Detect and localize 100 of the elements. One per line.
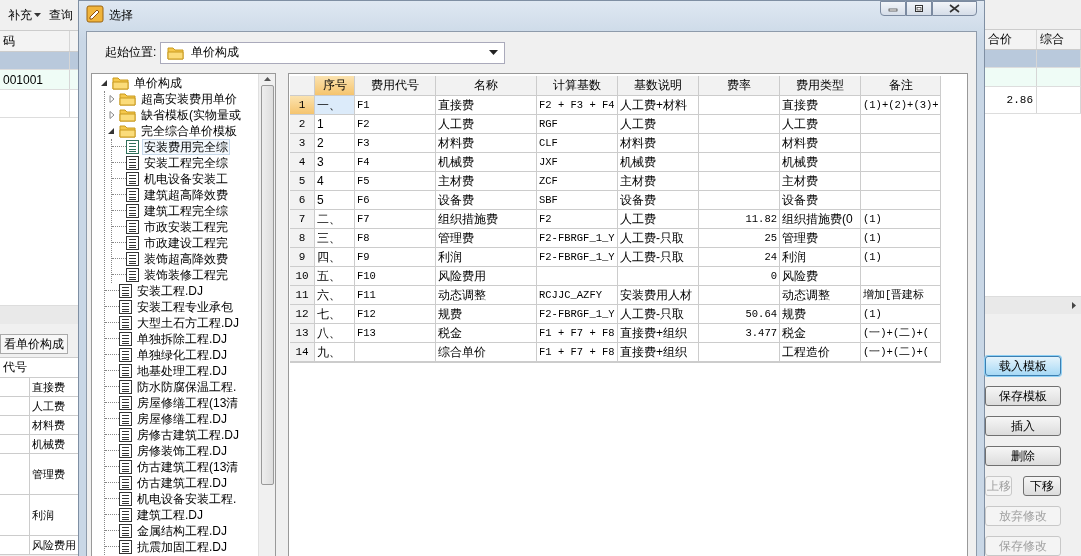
- row-number[interactable]: 8: [290, 229, 315, 248]
- tree-item[interactable]: 市政安装工程完: [142, 219, 230, 235]
- table-cell: 2.86: [985, 87, 1037, 114]
- document-icon: [126, 268, 139, 282]
- tree-item[interactable]: 单价构成: [132, 75, 184, 91]
- table-cell: F13: [355, 324, 436, 343]
- action-button[interactable]: 载入模板: [985, 356, 1061, 377]
- row-number[interactable]: 4: [290, 153, 315, 172]
- tree-item[interactable]: 仿古建筑工程.DJ: [135, 475, 229, 491]
- tree-item[interactable]: 建筑工程.DJ: [135, 507, 205, 523]
- scroll-up-icon[interactable]: [262, 74, 272, 83]
- tree-item[interactable]: 防水防腐保温工程.: [135, 379, 239, 395]
- tree-item[interactable]: 安装工程完全综: [142, 155, 230, 171]
- toolbar-menu[interactable]: 补充: [8, 6, 41, 24]
- table-cell: 机械费: [780, 153, 861, 172]
- horizontal-scrollbar[interactable]: [0, 305, 78, 324]
- table-cell: (1)+(2)+(3)+: [861, 96, 941, 115]
- table-cell: F6: [355, 191, 436, 210]
- table-cell: F11: [355, 286, 436, 305]
- table-cell: 材料费: [780, 134, 861, 153]
- tree-item[interactable]: 安装工程专业承包: [135, 299, 235, 315]
- tree-item[interactable]: 缺省模板(实物量或: [139, 107, 243, 123]
- location-dropdown[interactable]: 单价构成: [160, 41, 506, 64]
- row-number[interactable]: 6: [290, 191, 315, 210]
- row-number[interactable]: 10: [290, 267, 315, 286]
- action-button[interactable]: 下移: [1023, 476, 1061, 497]
- table-cell: 5: [315, 191, 355, 210]
- action-button[interactable]: 插入: [985, 416, 1061, 437]
- tree-item[interactable]: 房屋修缮工程.DJ: [135, 411, 229, 427]
- tree-item[interactable]: 地基处理工程.DJ: [135, 363, 229, 379]
- table-cell: 增加[晋建标: [861, 286, 941, 305]
- row-number[interactable]: 9: [290, 248, 315, 267]
- tree-item[interactable]: 房屋修缮工程(13清: [135, 395, 241, 411]
- table-cell: 人工费-只取: [618, 305, 699, 324]
- tree-item[interactable]: 仿古建筑工程(13清: [135, 459, 241, 475]
- scroll-thumb[interactable]: [260, 85, 274, 485]
- tree-item[interactable]: 建筑工程完全综: [142, 203, 230, 219]
- maximize-button[interactable]: [906, 1, 932, 16]
- tree-item[interactable]: 大型土石方工程.DJ: [135, 315, 241, 331]
- table-cell: 三、: [315, 229, 355, 248]
- row-number[interactable]: 14: [290, 343, 315, 362]
- tree-item[interactable]: 安装工程.DJ: [135, 283, 205, 299]
- close-button[interactable]: [932, 1, 977, 16]
- table-cell: 25: [699, 229, 780, 248]
- row-number[interactable]: 7: [290, 210, 315, 229]
- row-number[interactable]: 11: [290, 286, 315, 305]
- table-cell: 人工费-只取: [618, 248, 699, 267]
- column-header[interactable]: 序号: [315, 76, 355, 96]
- row-number[interactable]: 3: [290, 134, 315, 153]
- table-cell: F2-FBRGF_1_Y: [537, 305, 618, 324]
- tree-item[interactable]: 完全综合单价模板: [139, 123, 239, 139]
- table-cell: 安装费用人材: [618, 286, 699, 305]
- tree-item[interactable]: 房修古建筑工程.DJ: [135, 427, 241, 443]
- folder-icon: [119, 108, 136, 122]
- table-cell: (1): [861, 229, 941, 248]
- table-cell: JXF: [537, 153, 618, 172]
- table-cell: SBF: [537, 191, 618, 210]
- row-number[interactable]: 12: [290, 305, 315, 324]
- toolbar-menu[interactable]: 查询: [49, 6, 73, 24]
- column-header[interactable]: 名称: [436, 76, 537, 96]
- scroll-right-icon[interactable]: [1071, 300, 1077, 310]
- action-button[interactable]: 保存模板: [985, 386, 1061, 407]
- tree-item[interactable]: 抗震加固工程.DJ: [135, 539, 229, 555]
- row-number[interactable]: 5: [290, 172, 315, 191]
- action-button[interactable]: 删除: [985, 446, 1061, 467]
- table-cell: 人工费: [618, 210, 699, 229]
- tree-item[interactable]: 房修装饰工程.DJ: [135, 443, 229, 459]
- tree-item[interactable]: 市政建设工程完: [142, 235, 230, 251]
- tab[interactable]: 看单价构成: [0, 334, 68, 354]
- document-icon: [119, 524, 132, 538]
- tree-item[interactable]: 单独绿化工程.DJ: [135, 347, 229, 363]
- tree-item[interactable]: 机电设备安装工: [142, 171, 230, 187]
- table-cell: F7: [355, 210, 436, 229]
- column-header: 代号: [2, 359, 27, 376]
- document-icon: [119, 332, 132, 346]
- table-cell: 七、: [315, 305, 355, 324]
- column-header[interactable]: 费率: [699, 76, 780, 96]
- column-header[interactable]: 费用代号: [355, 76, 436, 96]
- tree-item[interactable]: 建筑超高降效费: [142, 187, 230, 203]
- row-number[interactable]: 1: [290, 96, 315, 115]
- tree-item[interactable]: 超高安装费用单价: [139, 91, 239, 107]
- column-header[interactable]: 备注: [861, 76, 941, 96]
- tree-item[interactable]: 金属结构工程.DJ: [135, 523, 229, 539]
- tree-item[interactable]: 机电设备安装工程.: [135, 491, 239, 507]
- document-icon: [119, 444, 132, 458]
- tree-item[interactable]: 安装费用完全综: [142, 139, 230, 155]
- scrollbar[interactable]: [258, 74, 275, 556]
- tree-item[interactable]: 装饰超高降效费: [142, 251, 230, 267]
- table-cell: 直接费: [780, 96, 861, 115]
- column-header[interactable]: 计算基数: [537, 76, 618, 96]
- tree-item[interactable]: 单独拆除工程.DJ: [135, 331, 229, 347]
- table-cell: F2: [355, 115, 436, 134]
- row-number[interactable]: 13: [290, 324, 315, 343]
- column-header[interactable]: 费用类型: [780, 76, 861, 96]
- table-cell: 组织措施费: [436, 210, 537, 229]
- column-header[interactable]: 基数说明: [618, 76, 699, 96]
- table-cell: (1): [861, 305, 941, 324]
- tree-item[interactable]: 装饰装修工程完: [142, 267, 230, 283]
- row-number[interactable]: 2: [290, 115, 315, 134]
- document-icon: [119, 380, 132, 394]
